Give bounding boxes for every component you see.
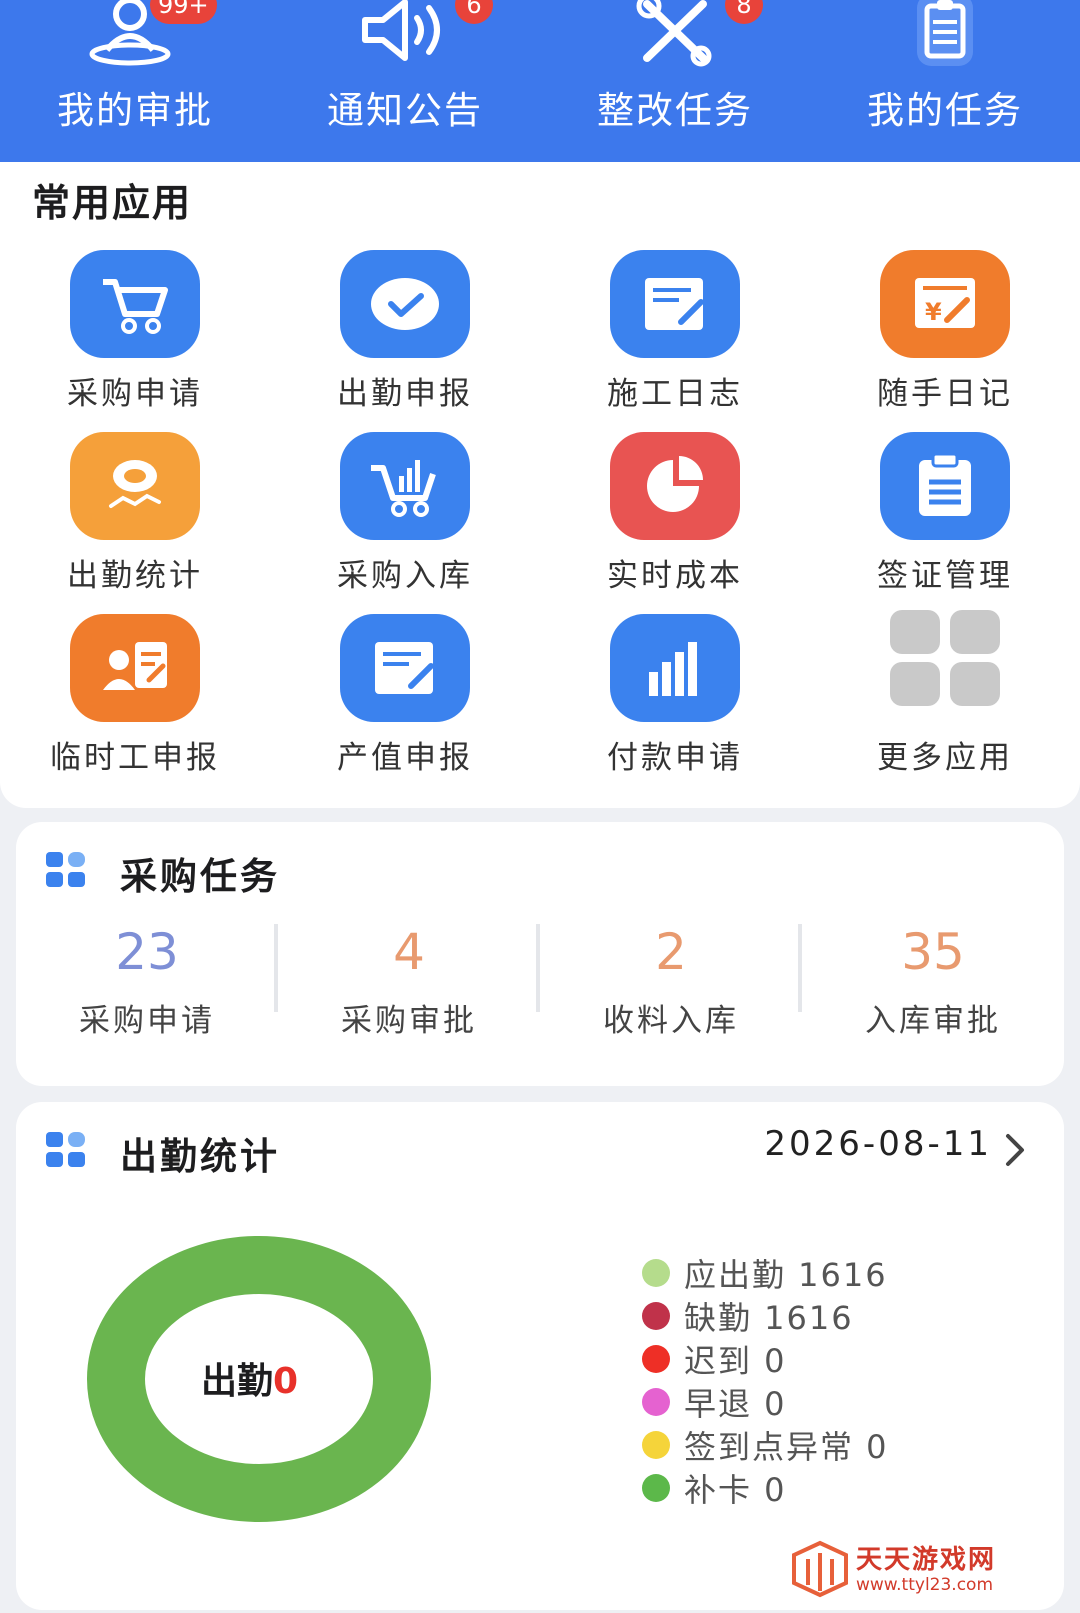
legend-dot (642, 1388, 670, 1416)
donut-center-label: 出勤0 (201, 1352, 298, 1404)
check-bubble-icon (371, 278, 439, 330)
app-label: 临时工申报 (50, 740, 220, 776)
app-attendance-report[interactable]: 出勤申报 (270, 250, 540, 430)
app-realtime-cost[interactable]: 实时成本 (540, 432, 810, 612)
stat-label: 采购申请 (79, 1003, 215, 1039)
badge-notice: 6 (455, 0, 493, 24)
legend-dot (642, 1259, 670, 1287)
app-temp-worker[interactable]: 临时工申报 (0, 614, 270, 794)
stat-label: 入库审批 (865, 1003, 1001, 1039)
legend-label: 迟到 0 (684, 1342, 787, 1380)
svg-text:¥: ¥ (925, 298, 942, 326)
app-label: 采购入库 (337, 558, 473, 594)
stat-value: 23 (115, 923, 179, 981)
app-more[interactable]: 更多应用 (810, 610, 1080, 794)
yen-note-icon: ¥ (915, 278, 975, 328)
tools-icon (636, 0, 712, 67)
bar-chart-icon (649, 642, 697, 696)
nav-notice[interactable]: 6 通知公告 (270, 0, 540, 162)
app-purchase-request[interactable]: 采购申请 (0, 250, 270, 430)
common-apps-panel: 常用应用 采购申请 出勤申报 施工日志 ¥ 随手日记 出勤统计 采购入库 实时成… (0, 162, 1080, 808)
attendance-person-icon (109, 460, 161, 508)
nav-my-tasks[interactable]: 我的任务 (810, 0, 1080, 162)
nav-label: 整改任务 (597, 89, 753, 132)
stat-value: 35 (901, 923, 965, 981)
stat-value: 4 (393, 923, 425, 981)
app-output-report[interactable]: 产值申报 (270, 614, 540, 794)
pie-icon (647, 456, 703, 512)
watermark: 天天游戏网 www.ttyl23.com (790, 1535, 1020, 1605)
app-quick-diary[interactable]: ¥ 随手日记 (810, 250, 1080, 430)
app-construction-log[interactable]: 施工日志 (540, 250, 810, 430)
app-label: 更多应用 (877, 740, 1013, 776)
apps-grid-icon (46, 852, 85, 887)
app-label: 付款申请 (607, 740, 743, 776)
app-label: 实时成本 (607, 558, 743, 594)
app-label: 出勤申报 (337, 376, 473, 412)
section-title: 常用应用 (32, 181, 193, 225)
donut-center-value: 0 (273, 1361, 299, 1402)
legend-label: 签到点异常 0 (684, 1428, 889, 1466)
purchase-tasks-card: 采购任务 23 采购申请 4 采购审批 2 收料入库 35 入库审批 (16, 822, 1064, 1086)
legend-label: 应出勤 1616 (684, 1256, 888, 1294)
stat-label: 收料入库 (603, 1003, 739, 1039)
legend-dot (642, 1474, 670, 1502)
app-visa-management[interactable]: 签证管理 (810, 432, 1080, 612)
stat-purchase-approval[interactable]: 4 采购审批 (278, 917, 540, 1040)
stat-label: 采购审批 (341, 1003, 477, 1039)
card-title: 出勤统计 (120, 1135, 280, 1178)
legend-dot (642, 1431, 670, 1459)
legend-dot (642, 1302, 670, 1330)
card-title: 采购任务 (120, 855, 280, 898)
cart-stock-icon (371, 460, 436, 517)
watermark-name: 天天游戏网 (856, 1545, 997, 1575)
list-doc-icon (919, 452, 971, 516)
app-label: 签证管理 (877, 558, 1013, 594)
app-label: 采购申请 (67, 376, 203, 412)
nav-label: 我的审批 (57, 89, 213, 132)
nav-my-approval[interactable]: 99+ 我的审批 (0, 0, 270, 162)
legend-label: 缺勤 1616 (684, 1299, 854, 1337)
badge-rectify: 8 (725, 0, 763, 24)
speaker-icon (362, 0, 440, 61)
app-label: 产值申报 (337, 740, 473, 776)
donut-center-text: 出勤 (201, 1361, 274, 1402)
legend-label: 补卡 0 (684, 1471, 787, 1509)
edit-report-icon (375, 642, 434, 694)
apps-grid-icon (46, 1132, 85, 1167)
app-purchase-stock[interactable]: 采购入库 (270, 432, 540, 612)
stat-value: 2 (655, 923, 687, 981)
app-payment-request[interactable]: 付款申请 (540, 614, 810, 794)
app-label: 随手日记 (877, 376, 1013, 412)
nav-label: 通知公告 (327, 89, 483, 132)
date-selector[interactable]: 2026-08-11 (764, 1124, 992, 1164)
stat-material-receipt[interactable]: 2 收料入库 (540, 917, 802, 1040)
watermark-logo-icon (792, 1540, 848, 1598)
attendance-card: 出勤统计 2026-08-11 出勤0 应出勤 1616 缺勤 1616 迟到 … (16, 1102, 1064, 1610)
stat-stock-approval[interactable]: 35 入库审批 (802, 917, 1064, 1040)
worker-card-icon (103, 642, 167, 690)
chevron-right-icon[interactable] (1002, 1132, 1028, 1168)
app-label: 出勤统计 (67, 558, 203, 594)
top-nav-bar: 99+ 我的审批 6 通知公告 8 整改任务 我的任务 (0, 0, 1080, 162)
clipboard-icon (917, 0, 973, 66)
nav-rectify[interactable]: 8 整改任务 (540, 0, 810, 162)
stat-purchase-request[interactable]: 23 采购申请 (16, 917, 278, 1040)
cart-icon (103, 279, 168, 334)
edit-doc-icon (645, 278, 704, 330)
app-label: 施工日志 (607, 376, 743, 412)
grid-icon (890, 610, 1000, 706)
legend-label: 早退 0 (684, 1385, 787, 1423)
watermark-url: www.ttyl23.com (856, 1575, 994, 1595)
legend-dot (642, 1345, 670, 1373)
app-attendance-stats[interactable]: 出勤统计 (0, 432, 270, 612)
nav-label: 我的任务 (867, 89, 1023, 132)
badge-approval: 99+ (150, 0, 217, 24)
